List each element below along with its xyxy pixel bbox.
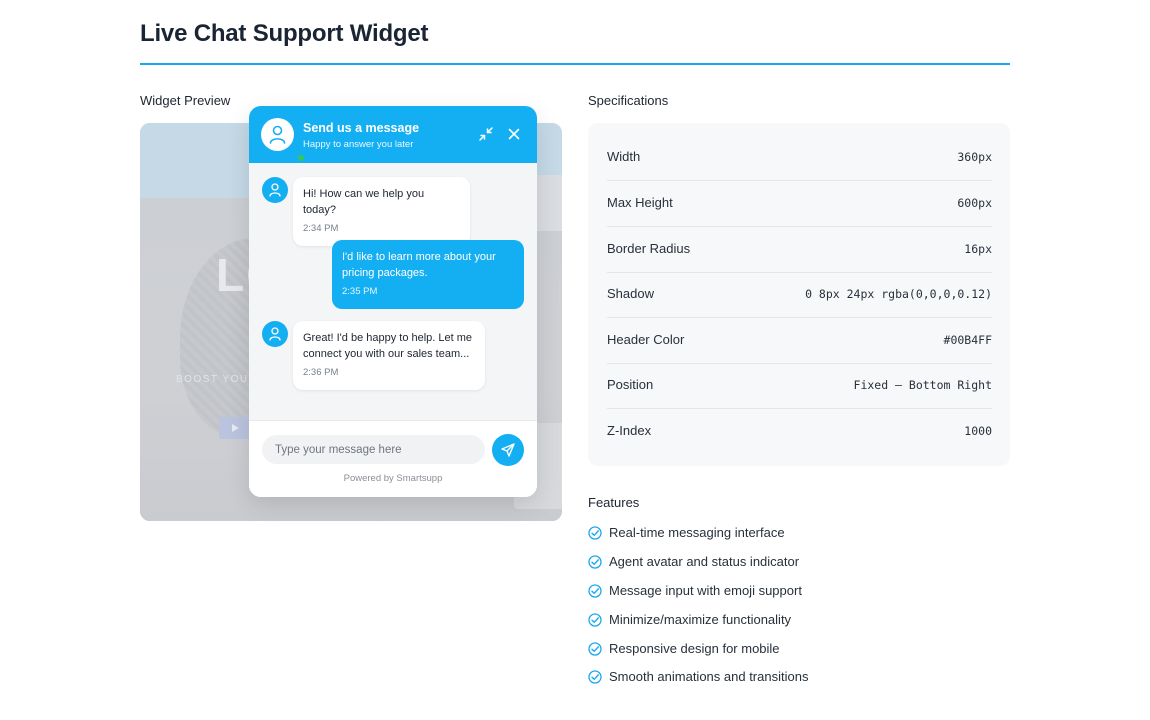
close-icon — [508, 128, 520, 140]
spec-value: 16px — [964, 242, 992, 256]
spec-row: Border Radius 16px — [607, 227, 992, 273]
chat-header: Send us a message Happy to answer you la… — [249, 106, 537, 163]
check-circle-icon — [588, 642, 602, 656]
check-circle-icon — [588, 526, 602, 540]
widget-preview-label: Widget Preview — [140, 93, 231, 108]
feature-text: Agent avatar and status indicator — [609, 554, 800, 569]
message-text: Hi! How can we help you today? — [303, 188, 425, 216]
powered-by-text: Powered by Smartsupp — [343, 473, 443, 484]
minimize-icon — [479, 127, 493, 141]
spec-value: #00B4FF — [943, 333, 992, 347]
feature-text: Message input with emoji support — [609, 583, 802, 598]
check-circle-icon — [588, 613, 602, 627]
spec-row: Shadow 0 8px 24px rgba(0,0,0,0.12) — [607, 272, 992, 318]
spec-row: Width 360px — [607, 135, 992, 181]
page-title: Live Chat Support Widget — [140, 20, 429, 47]
spec-row: Position Fixed — Bottom Right — [607, 363, 992, 409]
spec-key: Z-Index — [607, 423, 652, 438]
check-circle-icon — [588, 584, 602, 598]
feature-text: Minimize/maximize functionality — [609, 612, 792, 627]
message-bubble-agent: Great! I'd be happy to help. Let me conn… — [293, 321, 485, 390]
chat-widget: Send us a message Happy to answer you la… — [249, 106, 537, 497]
spec-value: 600px — [957, 196, 992, 210]
agent-message-avatar — [262, 177, 288, 203]
spec-key: Shadow — [607, 286, 654, 301]
message-text: I'd like to learn more about your pricin… — [342, 251, 496, 279]
check-circle-icon — [588, 670, 602, 684]
message-input[interactable] — [262, 435, 485, 464]
message-time: 2:35 PM — [342, 286, 378, 297]
spec-row: Header Color #00B4FF — [607, 318, 992, 364]
spec-value: 1000 — [964, 424, 992, 438]
chat-subtitle: Happy to answer you later — [303, 139, 414, 150]
feature-text: Smooth animations and transitions — [609, 669, 809, 684]
agent-message-avatar — [262, 321, 288, 347]
feature-text: Responsive design for mobile — [609, 641, 780, 656]
spec-key: Width — [607, 149, 641, 164]
chat-title: Send us a message — [303, 121, 420, 135]
message-time: 2:36 PM — [303, 367, 339, 378]
spec-key: Border Radius — [607, 241, 691, 256]
spec-key: Position — [607, 377, 654, 392]
send-button[interactable] — [492, 434, 524, 466]
spec-value: 360px — [957, 150, 992, 164]
chat-footer: Powered by Smartsupp — [249, 420, 537, 497]
spec-value: 0 8px 24px rgba(0,0,0,0.12) — [805, 287, 992, 301]
spec-key: Max Height — [607, 195, 673, 210]
agent-avatar — [261, 118, 306, 163]
user-icon — [269, 327, 281, 341]
close-button[interactable] — [506, 126, 522, 142]
spec-key: Header Color — [607, 332, 685, 347]
send-icon — [501, 443, 515, 457]
online-status-dot — [296, 153, 306, 163]
feature-text: Real-time messaging interface — [609, 525, 785, 540]
message-bubble-user: I'd like to learn more about your pricin… — [332, 240, 524, 309]
chat-messages[interactable]: Hi! How can we help you today? 2:34 PM I… — [249, 163, 537, 420]
spec-row: Z-Index 1000 — [607, 409, 992, 455]
title-divider — [140, 63, 1010, 65]
message-text: Great! I'd be happy to help. Let me conn… — [303, 332, 473, 360]
check-circle-icon — [588, 555, 602, 569]
specifications-panel: Width 360px Max Height 600px Border Radi… — [588, 123, 1010, 466]
spec-row: Max Height 600px — [607, 181, 992, 227]
spec-value: Fixed — Bottom Right — [853, 378, 992, 392]
minimize-button[interactable] — [478, 126, 494, 142]
specifications-label: Specifications — [588, 93, 669, 108]
user-icon — [269, 183, 281, 197]
message-bubble-agent: Hi! How can we help you today? 2:34 PM — [293, 177, 470, 246]
user-avatar-icon — [269, 125, 286, 144]
features-label: Features — [588, 495, 640, 510]
message-time: 2:34 PM — [303, 223, 339, 234]
